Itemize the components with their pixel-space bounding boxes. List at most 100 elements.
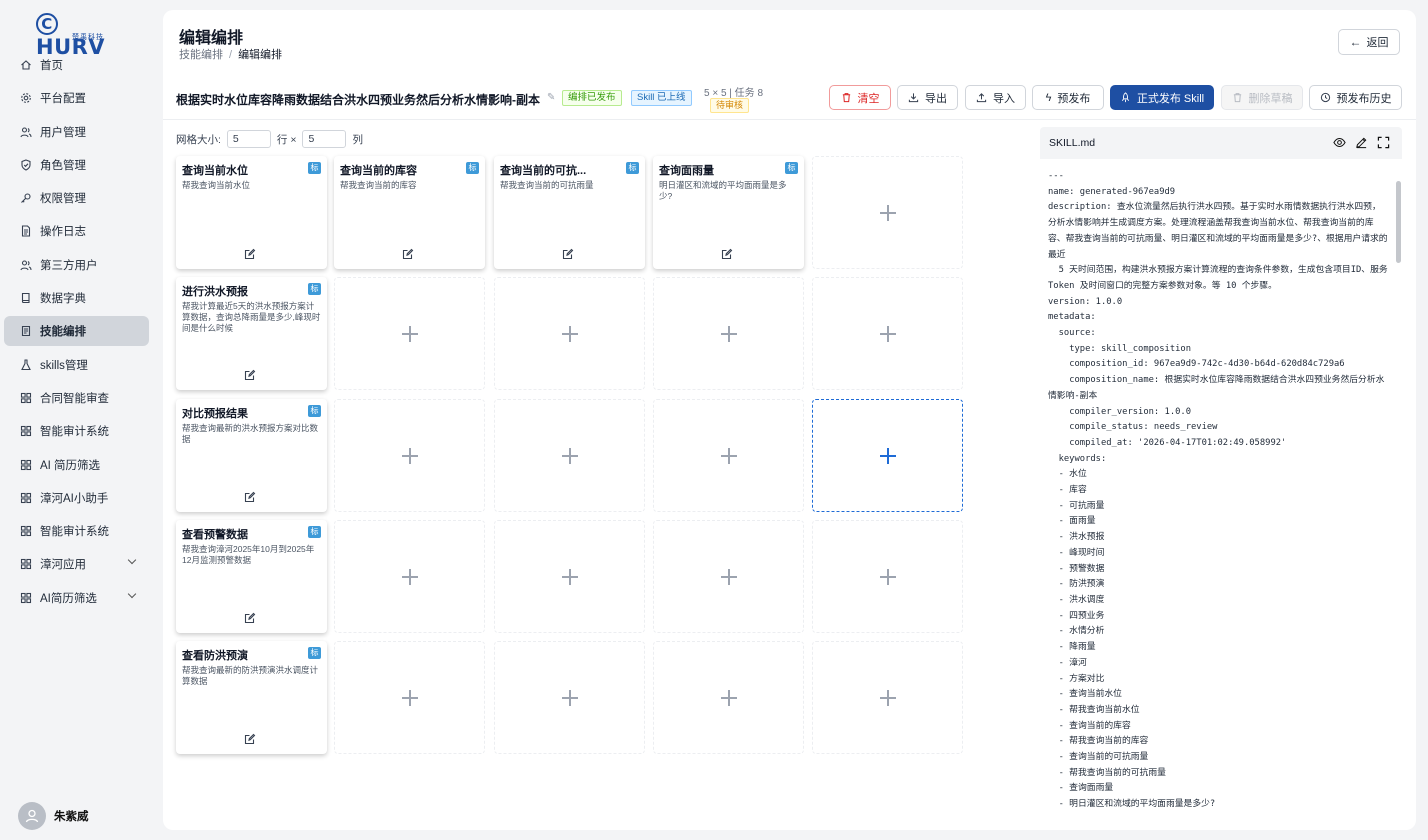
sidebar-item-label: 用户管理 bbox=[40, 126, 86, 139]
plus-icon bbox=[721, 569, 737, 585]
sidebar-item-label: skills管理 bbox=[40, 359, 88, 372]
edit-title-icon[interactable]: ✎ bbox=[547, 92, 555, 103]
export-button[interactable]: 导出 bbox=[897, 85, 958, 110]
task-card[interactable]: 查看预警数据 标帮我查询漳河2025年10月到2025年12月监测预警数据 bbox=[176, 520, 327, 633]
empty-grid-cell[interactable] bbox=[653, 520, 804, 633]
edit-icon[interactable] bbox=[244, 491, 256, 503]
empty-grid-cell[interactable] bbox=[653, 399, 804, 512]
delete-draft-button[interactable]: 删除草稿 bbox=[1221, 85, 1303, 110]
empty-grid-cell[interactable] bbox=[334, 399, 485, 512]
empty-grid-cell[interactable] bbox=[494, 277, 645, 390]
grid-size-label: 网格大小: bbox=[176, 133, 221, 146]
task-card[interactable]: 对比预报结果 标帮我查询最新的洪水预报方案对比数据 bbox=[176, 399, 327, 512]
breadcrumb-item-skill[interactable]: 技能编排 bbox=[179, 49, 223, 61]
skill-title: 根据实时水位库容降雨数据结合洪水四预业务然后分析水情影响-副本 bbox=[176, 93, 540, 107]
eye-icon[interactable] bbox=[1332, 135, 1347, 150]
import-button-label: 导入 bbox=[993, 92, 1015, 105]
edit-icon[interactable] bbox=[402, 248, 414, 260]
skill-icon bbox=[20, 325, 32, 337]
sidebar-item-4[interactable]: 权限管理 bbox=[4, 183, 149, 213]
grid-rows-input[interactable]: 5 bbox=[226, 130, 271, 148]
sidebar: CHURV 楚禹科技 首页 平台配置 用户管理 角色管理 权限管理 操作日志 第三方用户 数据… bbox=[0, 0, 152, 840]
grid-cols-input[interactable]: 5 bbox=[302, 130, 347, 148]
rows-label: 行 × bbox=[276, 133, 297, 146]
panel-scrollbar[interactable] bbox=[1396, 169, 1402, 824]
task-card-badge: 标 bbox=[308, 162, 321, 174]
edit-icon[interactable] bbox=[721, 248, 733, 260]
task-card[interactable]: 查看防洪预演 标帮我查询最新的防洪预演洪水调度计算数据 bbox=[176, 641, 327, 754]
logo-subtitle: 楚禹科技 bbox=[72, 34, 104, 41]
sidebar-item-11[interactable]: 智能审计系统 bbox=[4, 416, 149, 446]
sidebar-item-label: AI 简历筛选 bbox=[40, 459, 101, 472]
empty-grid-cell[interactable] bbox=[812, 156, 963, 269]
empty-grid-cell[interactable] bbox=[812, 641, 963, 754]
task-card-badge: 标 bbox=[308, 647, 321, 659]
publish-skill-button[interactable]: 正式发布 Skill bbox=[1110, 85, 1214, 110]
empty-grid-cell[interactable] bbox=[653, 641, 804, 754]
sidebar-item-16[interactable]: AI简历筛选 bbox=[4, 583, 149, 613]
settings-icon bbox=[20, 92, 32, 104]
sidebar-item-label: AI简历筛选 bbox=[40, 592, 97, 605]
sidebar-item-6[interactable]: 第三方用户 bbox=[4, 250, 149, 280]
empty-grid-cell[interactable] bbox=[334, 277, 485, 390]
import-button[interactable]: 导入 bbox=[965, 85, 1026, 110]
breadcrumb-item-current: 编辑编排 bbox=[238, 49, 283, 61]
sidebar-item-8[interactable]: 技能编排 bbox=[4, 316, 149, 347]
task-card-badge: 标 bbox=[308, 405, 321, 417]
skill-md-content[interactable]: --- name: generated-967ea9d9 description… bbox=[1048, 169, 1388, 813]
edit-icon[interactable] bbox=[244, 733, 256, 745]
sidebar-item-1[interactable]: 平台配置 bbox=[4, 83, 149, 113]
status-badge-online: Skill 已上线 bbox=[631, 90, 692, 106]
sidebar-item-9[interactable]: skills管理 bbox=[4, 350, 149, 380]
empty-grid-cell[interactable] bbox=[334, 520, 485, 633]
back-button[interactable]: ← 返回 bbox=[1338, 29, 1400, 55]
history-button-label: 预发布历史 bbox=[1336, 92, 1392, 105]
task-card[interactable]: 进行洪水预报 标帮我计算最近5天的洪水预报方案计算数据，查询总降雨量是多少,峰现时… bbox=[176, 277, 327, 390]
fullscreen-icon[interactable] bbox=[1376, 135, 1391, 150]
clear-button[interactable]: 清空 bbox=[829, 85, 891, 110]
empty-grid-cell[interactable] bbox=[334, 641, 485, 754]
sidebar-item-14[interactable]: 智能审计系统 bbox=[4, 516, 149, 546]
prepublish-button[interactable]: ϟ 预发布 bbox=[1032, 85, 1104, 110]
grid-icon bbox=[20, 459, 32, 471]
task-card[interactable]: 查询当前的可抗... 标帮我查询当前的可抗雨量 bbox=[494, 156, 645, 269]
sidebar-item-7[interactable]: 数据字典 bbox=[4, 283, 149, 313]
edit-icon[interactable] bbox=[244, 612, 256, 624]
nav-menu: 首页 平台配置用户管理角色管理权限管理操作日志第三方用户 数据字典技能编排 skill… bbox=[4, 50, 149, 616]
sidebar-item-label: 技能编排 bbox=[40, 326, 86, 339]
task-card[interactable]: 查询当前水位 标帮我查询当前水位 bbox=[176, 156, 327, 269]
task-card[interactable]: 查询面雨量 标明日灌区和流域的平均面雨量是多少? bbox=[653, 156, 804, 269]
sidebar-item-5[interactable]: 操作日志 bbox=[4, 216, 149, 246]
empty-grid-cell[interactable] bbox=[812, 277, 963, 390]
sidebar-item-12[interactable]: AI 简历筛选 bbox=[4, 450, 149, 480]
edit-icon[interactable] bbox=[1354, 135, 1369, 150]
edit-icon[interactable] bbox=[244, 369, 256, 381]
edit-icon[interactable] bbox=[244, 248, 256, 260]
task-card[interactable]: 查询当前的库容 标帮我查询当前的库容 bbox=[334, 156, 485, 269]
sidebar-item-label: 权限管理 bbox=[40, 193, 86, 206]
user-profile[interactable]: 朱紫威 bbox=[18, 802, 89, 830]
sidebar-item-13[interactable]: 漳河AI小助手 bbox=[4, 483, 149, 513]
sidebar-item-10[interactable]: 合同智能审查 bbox=[4, 383, 149, 413]
scrollbar-thumb[interactable] bbox=[1396, 181, 1401, 263]
task-card-badge: 标 bbox=[785, 162, 798, 174]
sidebar-item-label: 漳河应用 bbox=[40, 559, 86, 572]
sidebar-item-2[interactable]: 用户管理 bbox=[4, 117, 149, 147]
book-icon bbox=[20, 292, 32, 304]
empty-grid-cell[interactable] bbox=[653, 277, 804, 390]
sidebar-item-15[interactable]: 漳河应用 bbox=[4, 549, 149, 579]
empty-grid-cell[interactable] bbox=[494, 520, 645, 633]
grid-icon bbox=[20, 558, 32, 570]
empty-grid-cell[interactable] bbox=[494, 399, 645, 512]
edit-icon[interactable] bbox=[562, 248, 574, 260]
page-title: 编辑编排 bbox=[179, 30, 244, 47]
sidebar-item-3[interactable]: 角色管理 bbox=[4, 150, 149, 180]
chevron-down-icon bbox=[127, 589, 137, 598]
task-card-badge: 标 bbox=[308, 526, 321, 538]
empty-grid-cell[interactable] bbox=[812, 399, 963, 512]
plus-icon bbox=[562, 448, 578, 464]
sidebar-item-0[interactable]: 首页 bbox=[4, 50, 149, 80]
prepublish-history-button[interactable]: 预发布历史 bbox=[1309, 85, 1402, 110]
empty-grid-cell[interactable] bbox=[812, 520, 963, 633]
empty-grid-cell[interactable] bbox=[494, 641, 645, 754]
